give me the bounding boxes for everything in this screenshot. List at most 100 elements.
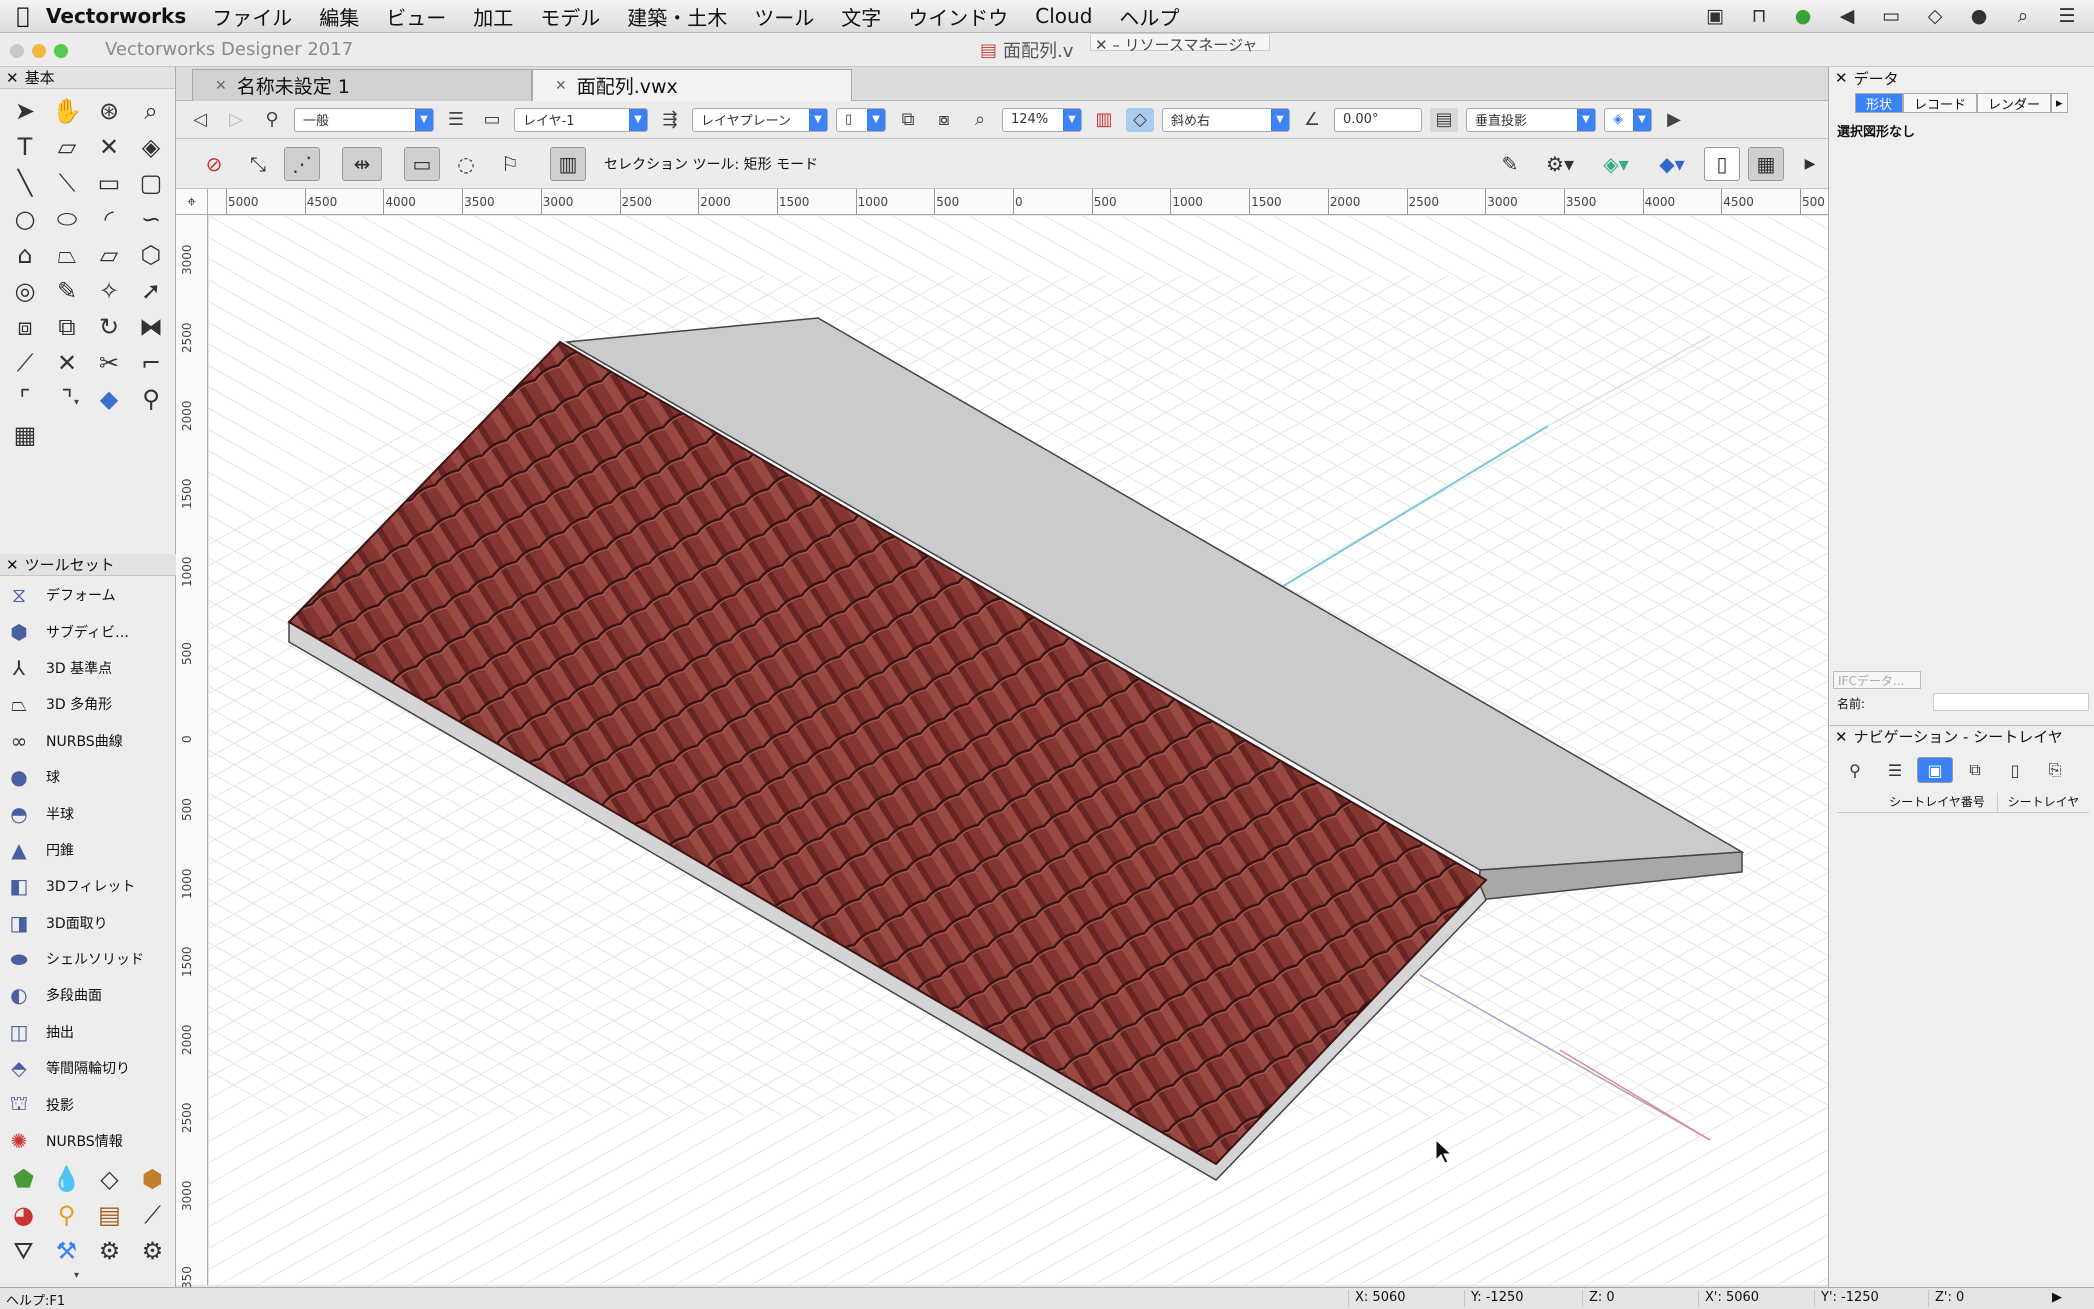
callout-tool-icon[interactable]: ▱: [46, 129, 88, 165]
tool-cone[interactable]: ▲ 円錐: [0, 832, 176, 868]
settings-gear-icon[interactable]: ⚙▾: [1536, 147, 1584, 181]
chamfer-tool-icon[interactable]: ⌜: [4, 381, 46, 417]
locus-tool-icon[interactable]: ✕: [88, 129, 130, 165]
class-dropdown[interactable]: 一般 ▼: [294, 107, 434, 132]
tool-contour[interactable]: ⬘ 等間隔輪切り: [0, 1050, 176, 1086]
layers-icon[interactable]: ☰: [442, 108, 470, 132]
angle-field[interactable]: 0.00°: [1334, 107, 1422, 132]
connect-tool-icon[interactable]: ⌝: [46, 381, 88, 417]
interactive-scaling-icon[interactable]: ⤡: [240, 147, 276, 181]
rectangle-tool-icon[interactable]: ▭: [88, 165, 130, 201]
camera-icon[interactable]: ▣: [1702, 4, 1728, 28]
tool-shell-solid[interactable]: ⬬ シェルソリッド: [0, 941, 176, 977]
polygon-tool-icon[interactable]: ⏢: [46, 237, 88, 273]
clip-tool-icon[interactable]: ✂: [88, 345, 130, 381]
rotate-tool-icon[interactable]: ↻: [88, 309, 130, 345]
render-options-icon[interactable]: ◈▾: [1592, 147, 1640, 181]
tab-menhairetsu[interactable]: ✕ 面配列.vwx: [532, 69, 852, 101]
status-arrow-icon[interactable]: ▶: [2052, 1290, 2062, 1305]
tool-hemisphere[interactable]: ◓ 半球: [0, 795, 176, 831]
link-tool-icon[interactable]: ⚲: [130, 381, 172, 417]
col-sheet-name[interactable]: シートレイヤ: [1997, 793, 2089, 812]
single-object-scaling-icon[interactable]: ⇹: [342, 146, 382, 181]
tool-loft-surface[interactable]: ◐ 多段曲面: [0, 977, 176, 1013]
tool-3d-locus[interactable]: ⅄ 3D 基準点: [0, 650, 176, 686]
tool-3d-chamfer[interactable]: ◨ 3D面取り: [0, 905, 176, 941]
lock-icon[interactable]: ⊓: [1746, 4, 1772, 28]
menu-view[interactable]: ビュー: [386, 2, 446, 31]
3d-modeling-toolset-icon[interactable]: ⛛: [2, 1233, 45, 1269]
plane-view-icon[interactable]: ◇: [1126, 107, 1154, 132]
record-icon[interactable]: ●: [1790, 4, 1816, 28]
user-icon[interactable]: ●: [1966, 4, 1992, 28]
polyline-tool-icon[interactable]: ⌂: [4, 237, 46, 273]
sheet-layers-icon[interactable]: ▣: [1917, 757, 1953, 783]
projection-dropdown[interactable]: 垂直投影 ▼: [1466, 107, 1596, 132]
references-icon[interactable]: ▯: [1997, 757, 2033, 783]
more-arrow-icon[interactable]: ▶: [1660, 108, 1688, 132]
building-shell-toolset-icon[interactable]: ◇: [88, 1161, 131, 1197]
flyover-tool-icon[interactable]: ⊛: [88, 93, 130, 129]
lasso-mode-icon[interactable]: ◌: [448, 147, 484, 181]
dimension-toolset-icon[interactable]: ⟋: [131, 1197, 174, 1233]
menu-tools[interactable]: ツール: [754, 2, 814, 31]
spiral-tool-icon[interactable]: ◎: [4, 273, 46, 309]
landscape-toolset-icon[interactable]: 💧: [45, 1161, 88, 1197]
layer-dropdown[interactable]: レイヤ-1 ▼: [514, 107, 648, 132]
plane-dropdown[interactable]: レイヤプレーン ▼: [692, 107, 828, 132]
battery-icon[interactable]: ▭: [1878, 4, 1904, 28]
viewports-icon[interactable]: ⧉: [1957, 757, 1993, 783]
spotlight-icon[interactable]: ⌕: [2010, 4, 2036, 28]
minimize-window-button[interactable]: [32, 44, 46, 58]
wifi-icon[interactable]: ◇: [1922, 4, 1948, 28]
regular-polygon-tool-icon[interactable]: ⬡: [130, 237, 172, 273]
working-plane-icon[interactable]: ⇶: [656, 108, 684, 132]
oval-tool-icon[interactable]: ⬭: [46, 201, 88, 237]
app-menu[interactable]: Vectorworks: [46, 4, 186, 28]
list-icon[interactable]: ☰: [2054, 4, 2080, 28]
tool-subdivision[interactable]: ⬢ サブディビ…: [0, 613, 176, 649]
lighting-dropdown[interactable]: ◈ ▼: [1604, 107, 1652, 132]
magic-wand-tool-icon[interactable]: ✧: [88, 273, 130, 309]
settings-toolset-icon[interactable]: ⚙: [131, 1233, 174, 1269]
tab-render[interactable]: レンダー: [1977, 93, 2052, 113]
more-tabs-icon[interactable]: ▸: [2051, 93, 2068, 113]
locked-objects-icon[interactable]: ▥: [550, 146, 586, 181]
horizontal-ruler[interactable]: 5000 4500 4000 3500 3000 2500 2000 1500 1000 500 0…: [208, 189, 1828, 215]
menu-modify[interactable]: 加工: [473, 2, 513, 31]
close-icon[interactable]: ✕: [6, 556, 19, 574]
zoom-tool-icon[interactable]: ⌕: [130, 93, 172, 129]
back-icon[interactable]: ◁: [186, 108, 214, 132]
apple-menu-icon[interactable]: : [0, 4, 46, 29]
palette-collapse-icon[interactable]: ▾: [74, 397, 79, 408]
ruler-origin-icon[interactable]: ⌖: [176, 189, 208, 215]
menu-window[interactable]: ウインドウ: [908, 2, 1008, 31]
snapping-options-icon[interactable]: ◆▾: [1648, 147, 1696, 181]
close-window-button[interactable]: [10, 44, 24, 58]
menu-model[interactable]: モデル: [540, 2, 600, 31]
menu-help[interactable]: ヘルプ: [1119, 2, 1179, 31]
freehand-tool-icon[interactable]: ∽: [130, 201, 172, 237]
site-planning-toolset-icon[interactable]: ⬟: [2, 1161, 45, 1197]
unified-view-icon[interactable]: ▥: [1090, 108, 1118, 132]
col-sheet-number[interactable]: シートレイヤ番号: [1877, 793, 1997, 812]
split-tool-icon[interactable]: ⟋: [4, 345, 46, 381]
drawing-canvas[interactable]: [209, 216, 1828, 1285]
page-dropdown[interactable]: ▯ ▼: [836, 107, 886, 132]
menu-file[interactable]: ファイル: [212, 2, 292, 31]
machine-toolset-icon[interactable]: ⚒: [45, 1233, 88, 1269]
offset-tool-icon[interactable]: ⧉: [46, 309, 88, 345]
rectangle-mode-icon[interactable]: ▭: [404, 146, 440, 181]
page-icon[interactable]: ▯: [1704, 146, 1740, 181]
pan-tool-icon[interactable]: ✋: [46, 93, 88, 129]
fit-to-objects-icon[interactable]: ⧉: [894, 108, 922, 132]
trim-tool-icon[interactable]: ✕: [46, 345, 88, 381]
arc-tool-icon[interactable]: ◜: [88, 201, 130, 237]
tool-project[interactable]: ⛫ 投影: [0, 1086, 176, 1122]
new-sheet-icon[interactable]: ⎘: [2037, 757, 2073, 783]
menu-architecture[interactable]: 建築・土木: [627, 2, 727, 31]
resource-manager-palette[interactable]: ✕ – リソースマネージャ: [1090, 33, 1270, 54]
render-mode-icon[interactable]: ▤: [1430, 107, 1458, 132]
line-tool-icon[interactable]: ╲: [4, 165, 46, 201]
zoom-to-page-icon[interactable]: ⧇: [930, 108, 958, 132]
